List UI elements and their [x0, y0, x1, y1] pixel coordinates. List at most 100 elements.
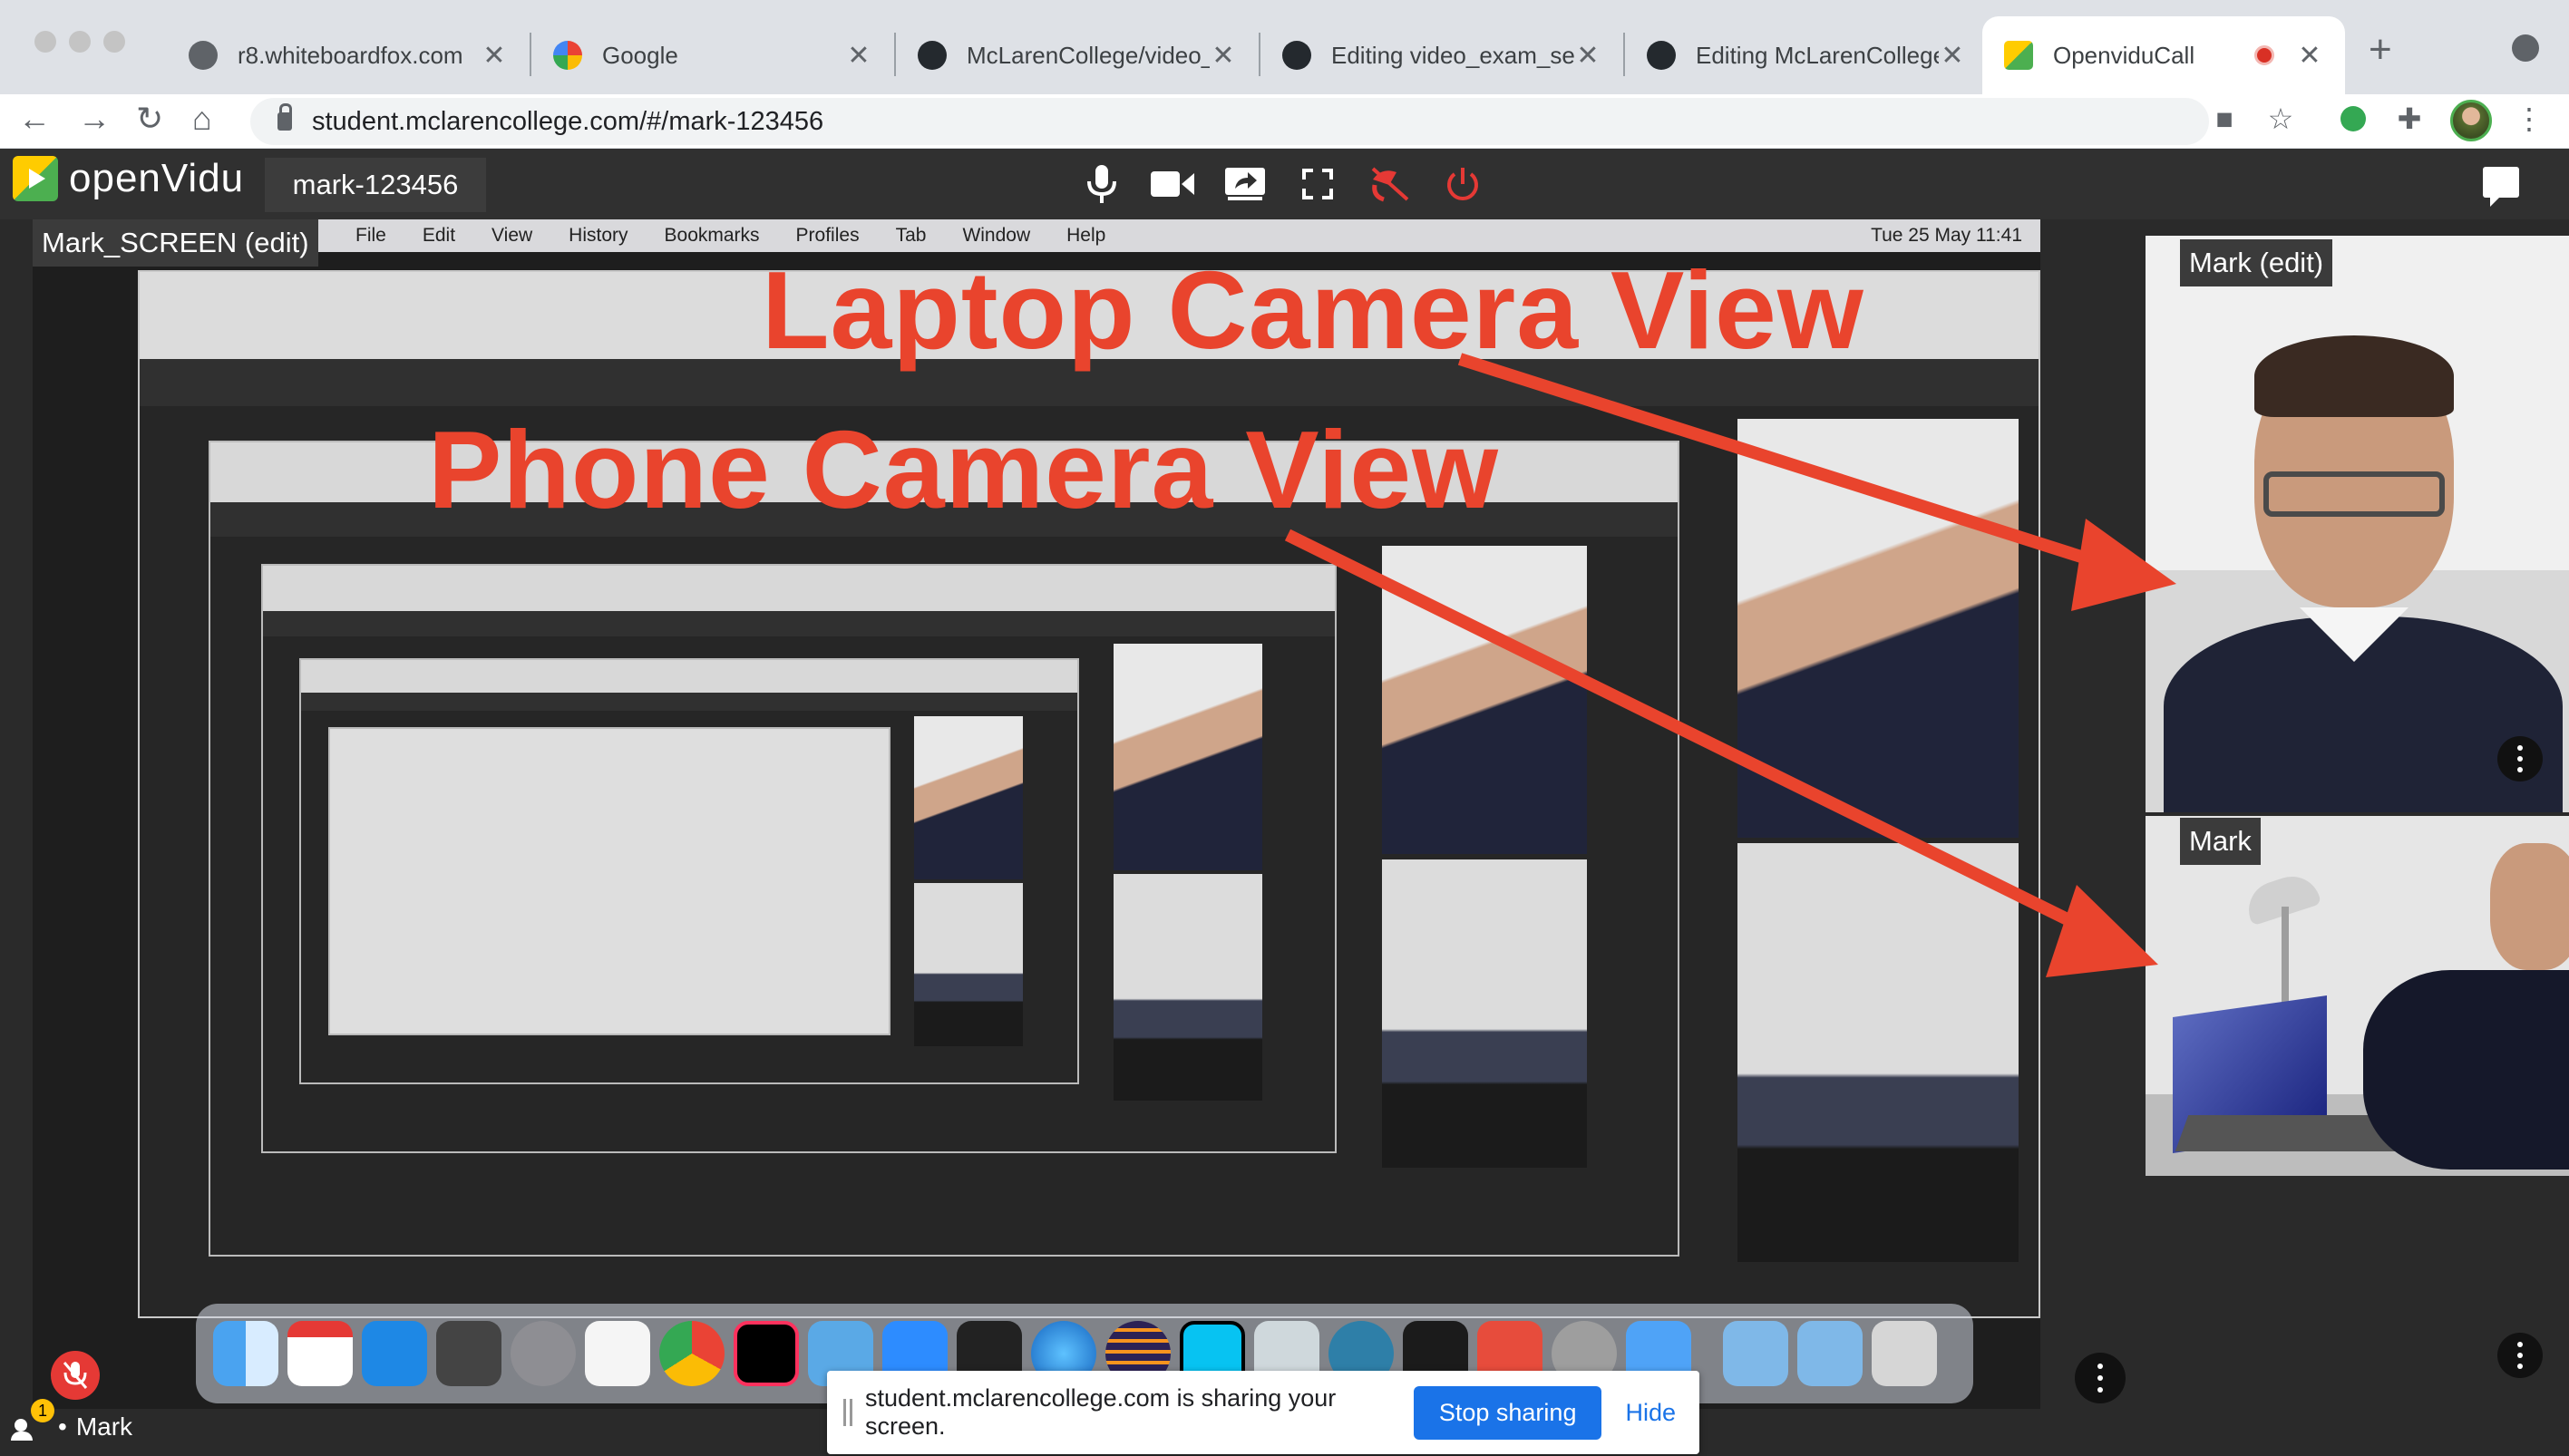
session-name: mark-123456 — [265, 158, 486, 212]
window-zoom-dot[interactable] — [103, 31, 125, 53]
globe-icon — [189, 41, 218, 70]
browser-menu-icon[interactable]: ⋮ — [2514, 102, 2545, 135]
recording-icon — [2254, 45, 2274, 65]
browser-tab-strip: r8.whiteboardfox.com ✕ Google ✕ McLarenC… — [0, 0, 2569, 94]
calculator-icon — [436, 1321, 501, 1386]
tab-github-video[interactable]: McLarenCollege/video_e ✕ — [896, 16, 1259, 94]
finder-icon — [213, 1321, 278, 1386]
lock-icon — [277, 103, 292, 131]
bookmark-star-icon[interactable]: ☆ — [2265, 102, 2296, 135]
tab-title: McLarenCollege/video_e — [967, 41, 1210, 69]
bullet: • — [58, 1412, 67, 1441]
textedit-icon — [585, 1321, 650, 1386]
url-text: student.mclarencollege.com/#/mark-123456 — [312, 106, 824, 136]
address-bar[interactable]: student.mclarencollege.com/#/mark-123456 — [250, 98, 2209, 145]
screen-share-button[interactable] — [1222, 161, 1268, 207]
chrome-icon — [659, 1321, 725, 1386]
close-tab-icon[interactable]: ✕ — [481, 40, 508, 72]
participants-indicator[interactable]: 1 • Mark — [11, 1399, 133, 1441]
address-bar-row: ← → ↻ ⌂ student.mclarencollege.com/#/mar… — [0, 94, 2569, 149]
screen-more-options-button[interactable] — [2075, 1353, 2126, 1403]
mic-off-icon — [63, 1362, 88, 1389]
power-exit-button[interactable] — [1440, 161, 1485, 207]
nested-screen-2 — [209, 441, 1679, 1257]
extensions-puzzle-icon[interactable]: ✚ — [2394, 102, 2425, 135]
trash-icon — [1872, 1321, 1937, 1386]
screen-share-label: Mark_SCREEN (edit) — [33, 219, 318, 267]
video-stage: File Edit View History Bookmarks Profile… — [0, 219, 2569, 1456]
tab-openviducall[interactable]: OpenviduCall ✕ — [1982, 16, 2345, 94]
logo-text: openVidu — [69, 156, 245, 200]
mac-menu-tab: Tab — [895, 225, 927, 246]
glasses — [2263, 471, 2445, 517]
mac-menu-help: Help — [1066, 225, 1106, 246]
chat-icon[interactable] — [2483, 167, 2519, 207]
close-tab-icon[interactable]: ✕ — [1210, 40, 1237, 72]
fullscreen-icon — [1302, 169, 1333, 199]
nested-cam-top — [1737, 419, 2019, 838]
arrow-phone-head — [2046, 885, 2158, 977]
camera-label-phone: Mark — [2180, 818, 2261, 865]
window-minimize-dot[interactable] — [69, 31, 91, 53]
tab-title: OpenviduCall — [2053, 41, 2195, 69]
tab-search-icon[interactable] — [2512, 34, 2539, 62]
downloads-folder-icon — [1723, 1321, 1788, 1386]
back-icon[interactable]: ← — [18, 100, 51, 138]
sharing-message: student.mclarencollege.com is sharing yo… — [865, 1384, 1337, 1440]
laptop-cam-more-options-button[interactable] — [2497, 736, 2543, 781]
stop-sharing-button[interactable]: Stop sharing — [1413, 1385, 1602, 1440]
microphone-button[interactable] — [1079, 161, 1124, 207]
calendar-icon — [287, 1321, 353, 1386]
close-tab-icon[interactable]: ✕ — [1574, 40, 1601, 72]
github-icon — [1282, 41, 1311, 70]
profile-avatar[interactable] — [2450, 100, 2492, 141]
extension-green-icon[interactable] — [2338, 103, 2369, 134]
mac-clock: Tue 25 May 11:41 — [1871, 225, 2022, 246]
camera-in-use-icon[interactable]: ■ — [2209, 102, 2240, 135]
tab-google[interactable]: Google ✕ — [531, 16, 894, 94]
close-tab-icon[interactable]: ✕ — [1939, 40, 1966, 72]
applications-folder-icon — [1797, 1321, 1863, 1386]
mac-menu-history: History — [569, 225, 628, 246]
video-camera-icon — [1151, 171, 1194, 197]
camera-label-laptop: Mark (edit) — [2180, 239, 2333, 286]
tab-github-editing-mclaren[interactable]: Editing McLarenCollege ✕ — [1625, 16, 1988, 94]
home-icon[interactable]: ⌂ — [192, 100, 212, 138]
mac-menu-file: File — [355, 225, 386, 246]
github-icon — [918, 41, 947, 70]
close-tab-icon[interactable]: ✕ — [2296, 40, 2323, 72]
phone-cam-more-options-button[interactable] — [2497, 1333, 2543, 1378]
forward-icon[interactable]: → — [78, 100, 111, 138]
person-hair — [2254, 335, 2454, 417]
close-tab-icon[interactable]: ✕ — [845, 40, 872, 72]
tab-title: Google — [602, 41, 678, 69]
tab-whiteboardfox[interactable]: r8.whiteboardfox.com ✕ — [167, 16, 530, 94]
tab-title: r8.whiteboardfox.com — [238, 41, 463, 69]
openvidu-logo: openVidu — [13, 156, 244, 201]
reload-icon[interactable]: ↻ — [136, 100, 163, 138]
participants-icon: 1 — [11, 1399, 54, 1441]
fullscreen-button[interactable] — [1295, 161, 1340, 207]
mic-muted-indicator — [51, 1351, 100, 1400]
mac-menu-edit: Edit — [422, 225, 456, 246]
hide-button[interactable]: Hide — [1625, 1399, 1676, 1427]
openvidu-toolbar: openVidu mark-123456 — [0, 149, 2569, 219]
camera-tile-laptop — [2146, 236, 2569, 812]
leave-session-speaker-off-button[interactable] — [1367, 161, 1413, 207]
mac-menu-window: Window — [962, 225, 1031, 246]
mac-menu-view: View — [491, 225, 533, 246]
github-icon — [1647, 41, 1676, 70]
annotation-phone-camera-view: Phone Camera View — [428, 408, 1500, 531]
drag-handle-icon[interactable] — [843, 1399, 852, 1426]
tab-github-editing-exam[interactable]: Editing video_exam_set ✕ — [1260, 16, 1623, 94]
user-name: Mark — [75, 1412, 133, 1441]
nested-cam-bottom — [1737, 843, 2019, 1262]
camera-button[interactable] — [1150, 161, 1195, 207]
window-close-dot[interactable] — [34, 31, 56, 53]
screen-share-video: File Edit View History Bookmarks Profile… — [33, 219, 2040, 1409]
new-tab-icon[interactable]: + — [2369, 27, 2392, 73]
intellij-icon — [734, 1321, 799, 1386]
openvidu-logo-icon — [13, 156, 58, 201]
person-face-side — [2490, 843, 2569, 970]
power-icon — [1447, 168, 1478, 200]
